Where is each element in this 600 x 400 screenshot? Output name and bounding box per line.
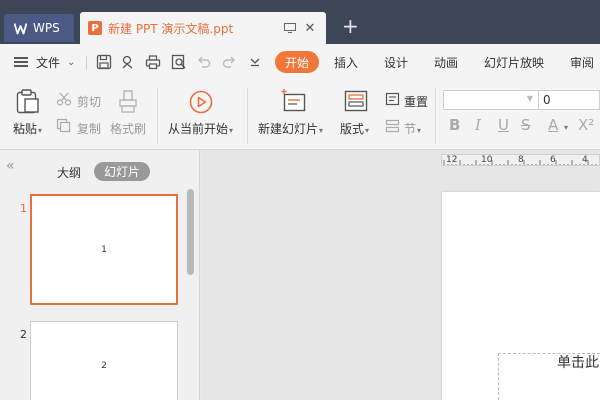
strikethrough-button[interactable]: S — [521, 116, 531, 134]
slide-thumbnail-content: 1 — [101, 244, 107, 255]
divider — [157, 88, 158, 144]
superscript-button[interactable]: X² — [578, 116, 594, 134]
reset-icon[interactable] — [385, 92, 400, 106]
print-preview-icon[interactable] — [171, 54, 187, 70]
customize-toolbar-icon[interactable] — [247, 54, 263, 70]
tab-animation[interactable]: 动画 — [434, 54, 458, 71]
ruler-label: 12 — [446, 155, 458, 165]
title-bar: WPS P 新建 PPT 演示文稿.ppt ✕ + — [0, 0, 600, 44]
format-painter-button[interactable]: 格式刷 — [110, 120, 146, 137]
copy-button[interactable]: 复制 — [77, 120, 101, 137]
tab-design[interactable]: 设计 — [384, 54, 408, 71]
undo-icon[interactable] — [196, 54, 212, 70]
ppt-file-icon: P — [88, 21, 102, 35]
redo-icon[interactable] — [221, 54, 237, 70]
slide-panel: « 大纲 幻灯片 1 1 2 2 — [0, 150, 200, 400]
paste-button[interactable]: 粘贴▾ — [13, 120, 42, 137]
wps-logo-icon — [14, 22, 27, 34]
tab-insert[interactable]: 插入 — [334, 54, 358, 71]
ruler-label: 10 — [481, 155, 493, 165]
menu-icon[interactable] — [14, 57, 28, 67]
close-icon[interactable]: ✕ — [302, 20, 318, 36]
ribbon-toolbar: 粘贴▾ 剪切 复制 格式刷 从当前开始▾ 新建幻灯片▾ 版式▾ 重置 节▾ ▼ … — [0, 80, 600, 150]
horizontal-ruler: 12 10 8 6 4 — [441, 154, 600, 166]
ruler-label: 8 — [518, 155, 524, 165]
slide-number: 1 — [20, 202, 27, 215]
section-icon[interactable] — [385, 119, 400, 133]
slide-thumbnail[interactable]: 2 — [30, 321, 178, 400]
scrollbar-thumb[interactable] — [187, 189, 194, 275]
placeholder-text: 单击此 — [557, 355, 599, 371]
document-title: 新建 PPT 演示文稿.ppt — [108, 21, 234, 36]
print-icon[interactable] — [145, 54, 161, 70]
format-painter-icon[interactable] — [118, 90, 140, 114]
tab-slides[interactable]: 幻灯片 — [94, 162, 150, 181]
font-color-button[interactable]: A — [548, 116, 558, 134]
ruler-label: 6 — [550, 155, 556, 165]
tab-outline[interactable]: 大纲 — [57, 164, 81, 181]
section-button[interactable]: 节▾ — [404, 120, 421, 137]
chevron-down-icon: ▼ — [526, 94, 533, 103]
collapse-panel-icon[interactable]: « — [6, 158, 14, 174]
underline-button[interactable]: U — [498, 116, 509, 134]
slide-canvas: 12 10 8 6 4 单击此 — [201, 150, 600, 400]
slide-thumbnail-content: 2 — [101, 361, 107, 371]
new-tab-icon[interactable]: + — [342, 16, 359, 36]
output-icon[interactable] — [120, 54, 136, 70]
italic-button[interactable]: I — [475, 116, 481, 134]
tab-review[interactable]: 审阅 — [570, 54, 594, 71]
new-slide-button[interactable]: 新建幻灯片▾ — [258, 120, 323, 137]
chevron-down-icon[interactable]: ⌄ — [67, 57, 75, 68]
slide-number: 2 — [20, 328, 27, 341]
scissors-icon[interactable] — [56, 92, 72, 106]
divider — [247, 88, 248, 144]
cut-button[interactable]: 剪切 — [77, 93, 101, 110]
monitor-icon[interactable] — [284, 23, 296, 33]
title-placeholder[interactable]: 单击此 — [498, 353, 600, 400]
chevron-down-icon[interactable]: ▾ — [564, 123, 568, 132]
paste-icon[interactable] — [15, 88, 41, 114]
tab-slideshow[interactable]: 幻灯片放映 — [484, 54, 544, 71]
wps-home-tab[interactable]: WPS — [4, 14, 74, 42]
layout-button[interactable]: 版式▾ — [340, 120, 369, 137]
copy-icon[interactable] — [56, 118, 71, 133]
file-menu[interactable]: 文件 — [36, 54, 60, 71]
wps-home-label: WPS — [33, 21, 60, 35]
document-tab[interactable]: P 新建 PPT 演示文稿.ppt ✕ — [80, 12, 326, 44]
slide-thumbnail[interactable]: 1 — [30, 194, 178, 305]
new-slide-icon[interactable] — [280, 88, 308, 114]
save-icon[interactable] — [96, 54, 112, 70]
play-icon[interactable] — [189, 90, 213, 114]
menu-bar: 文件 ⌄ 开始 插入 设计 动画 幻灯片放映 审阅 — [0, 44, 600, 80]
bold-button[interactable]: B — [449, 116, 460, 134]
divider — [435, 88, 436, 144]
font-name-select[interactable]: ▼ — [443, 90, 539, 110]
font-size-select[interactable]: 0 — [538, 90, 600, 110]
reset-button[interactable]: 重置 — [404, 93, 428, 110]
divider — [86, 56, 87, 70]
tab-start[interactable]: 开始 — [275, 51, 319, 73]
play-from-current-button[interactable]: 从当前开始▾ — [168, 120, 233, 137]
slide-page[interactable]: 单击此 — [442, 192, 600, 400]
layout-icon[interactable] — [344, 90, 368, 112]
ruler-label: 4 — [582, 155, 588, 165]
